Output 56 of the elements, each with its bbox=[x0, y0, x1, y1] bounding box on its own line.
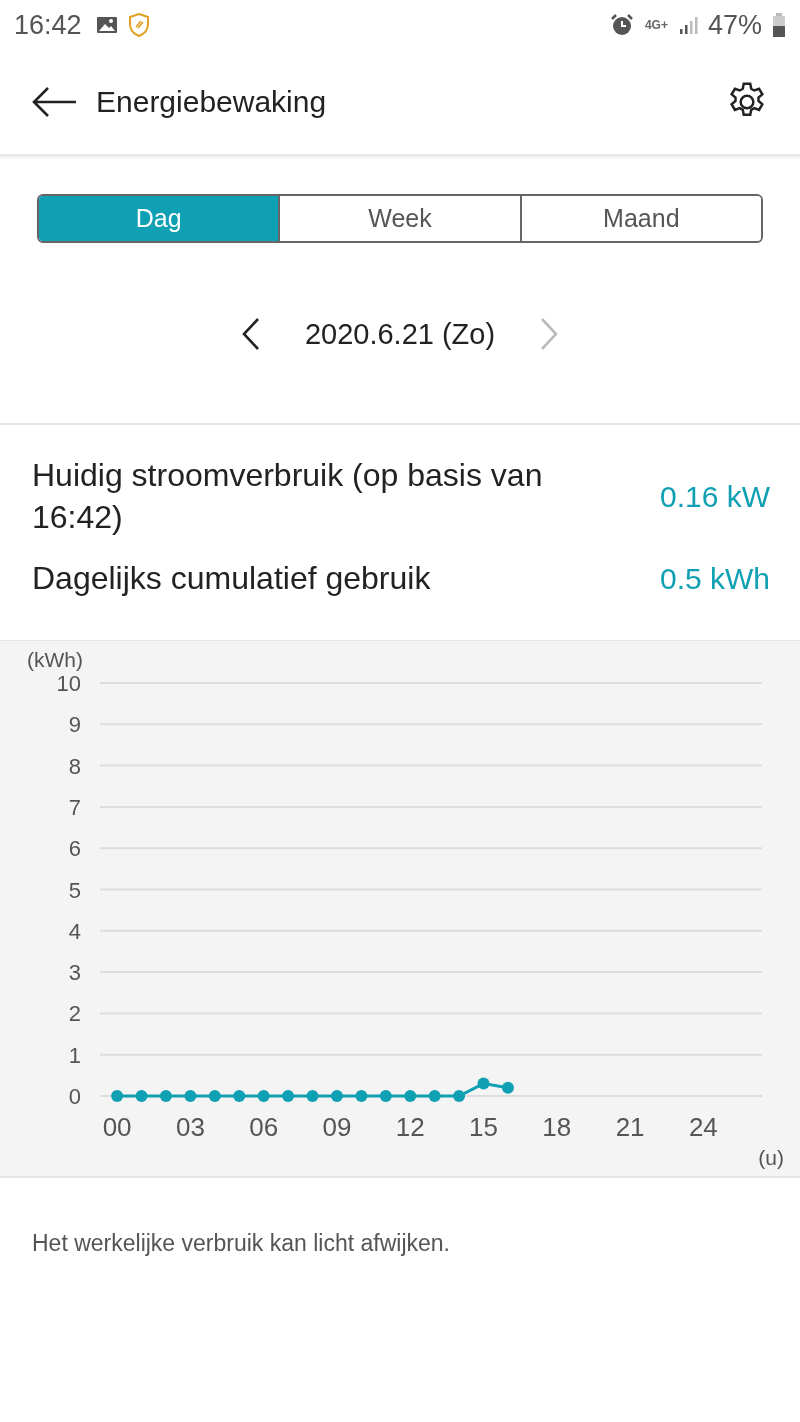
battery-icon bbox=[772, 12, 786, 38]
network-label: 4G+ bbox=[644, 18, 668, 32]
y-axis-unit: (kWh) bbox=[27, 647, 83, 671]
x-axis-unit: (u) bbox=[758, 1145, 784, 1169]
y-tick-label: 1 bbox=[68, 1042, 81, 1068]
data-point bbox=[135, 1089, 148, 1102]
battery-percent: 47% bbox=[707, 9, 762, 41]
y-tick-label: 4 bbox=[68, 918, 81, 944]
stat-value: 0.5 kWh bbox=[659, 562, 770, 596]
x-tick-label: 06 bbox=[249, 1111, 279, 1142]
data-point bbox=[184, 1089, 197, 1102]
data-point bbox=[330, 1089, 343, 1102]
x-tick-label: 21 bbox=[615, 1111, 645, 1142]
data-point bbox=[501, 1081, 514, 1094]
data-point bbox=[355, 1089, 368, 1102]
y-tick-label: 0 bbox=[68, 1083, 81, 1109]
data-point bbox=[306, 1089, 319, 1102]
signal-icon bbox=[677, 15, 698, 35]
y-tick-label: 3 bbox=[68, 959, 81, 985]
period-tab[interactable]: Maand bbox=[519, 196, 761, 241]
data-point bbox=[404, 1089, 417, 1102]
data-point bbox=[111, 1089, 124, 1102]
data-point bbox=[477, 1077, 490, 1090]
x-tick-label: 12 bbox=[395, 1111, 425, 1142]
y-tick-label: 6 bbox=[68, 836, 81, 861]
x-tick-label: 24 bbox=[688, 1111, 718, 1142]
data-point bbox=[159, 1089, 172, 1102]
back-button[interactable] bbox=[30, 86, 78, 118]
data-point bbox=[379, 1089, 392, 1102]
x-tick-label: 15 bbox=[469, 1111, 498, 1142]
y-tick-label: 8 bbox=[68, 753, 81, 779]
data-point bbox=[453, 1089, 466, 1102]
y-tick-label: 5 bbox=[68, 877, 81, 903]
data-point bbox=[208, 1089, 221, 1102]
disclaimer-text: Het werkelijke verbruik kan licht afwijken. bbox=[32, 1229, 451, 1257]
previous-button[interactable] bbox=[240, 317, 261, 351]
y-tick-label: 10 bbox=[56, 670, 81, 696]
data-point bbox=[233, 1089, 246, 1102]
date-label: 2020.6.21 (Zo) bbox=[304, 317, 496, 351]
data-point bbox=[282, 1089, 295, 1102]
stat-label: Dagelijks cumulatief gebruik bbox=[32, 559, 431, 599]
data-point bbox=[428, 1089, 441, 1102]
image-icon bbox=[95, 15, 118, 35]
x-tick-label: 18 bbox=[542, 1111, 572, 1142]
y-tick-label: 2 bbox=[68, 1001, 81, 1027]
data-point bbox=[257, 1089, 270, 1102]
stat-value: 0.16 kW bbox=[659, 479, 770, 514]
y-tick-label: 9 bbox=[68, 712, 81, 738]
x-tick-label: 09 bbox=[322, 1111, 352, 1142]
screen-title: Energiebewaking bbox=[96, 85, 327, 119]
y-tick-label: 7 bbox=[68, 794, 81, 820]
stat-label: Huidig stroomverbruik (op basis van 16:42) bbox=[32, 456, 544, 537]
x-tick-label: 00 bbox=[102, 1111, 132, 1142]
x-tick-label: 03 bbox=[175, 1111, 205, 1142]
shield-icon bbox=[127, 12, 150, 38]
status-time: 16:42 bbox=[14, 9, 82, 41]
